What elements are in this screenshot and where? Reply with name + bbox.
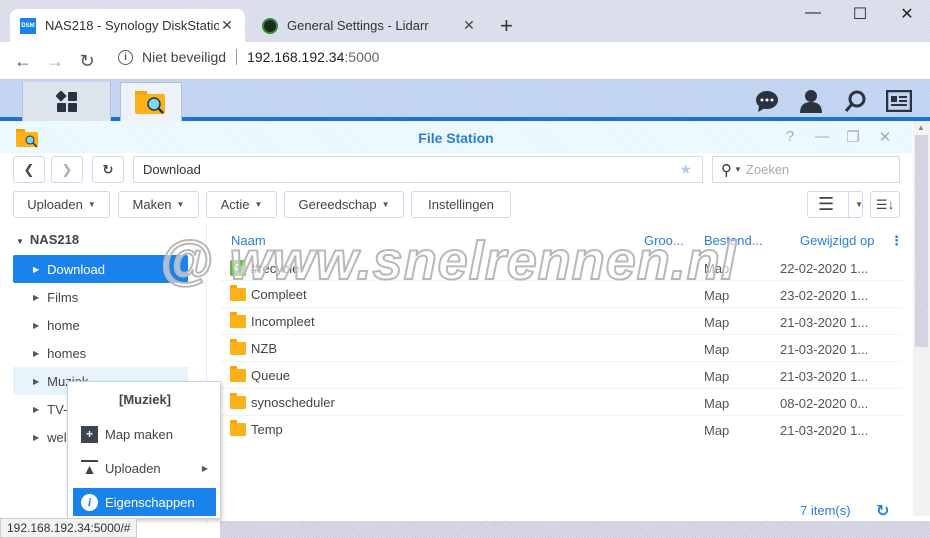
folder-icon bbox=[230, 393, 246, 409]
context-menu-title: [Muziek] bbox=[119, 392, 171, 407]
table-row[interactable]: Temp Map 21-03-2020 1... bbox=[222, 416, 902, 443]
apps-grid-icon bbox=[55, 90, 77, 112]
column-options-icon[interactable]: ⋮ bbox=[890, 233, 903, 249]
minimize-button[interactable]: — bbox=[798, 4, 828, 22]
action-button[interactable]: Actie ▼ bbox=[206, 191, 277, 218]
help-icon[interactable]: ? bbox=[780, 128, 800, 145]
folder-icon bbox=[230, 312, 246, 328]
divider bbox=[236, 49, 238, 65]
back-button[interactable]: ← bbox=[8, 46, 38, 76]
recycle-bin-icon: ♻ bbox=[230, 260, 246, 276]
file-station-taskbar-button[interactable] bbox=[120, 82, 182, 121]
horizontal-scrollbar[interactable] bbox=[220, 521, 930, 538]
back-button[interactable]: ❮ bbox=[13, 156, 45, 183]
notifications-icon[interactable] bbox=[752, 86, 782, 116]
window-title: File Station bbox=[418, 130, 494, 146]
folder-icon bbox=[230, 366, 246, 382]
settings-button[interactable]: Instellingen bbox=[411, 191, 511, 218]
view-dropdown-icon: ▼ bbox=[848, 192, 863, 217]
link-status-bar: 192.168.192.34:5000/# bbox=[0, 518, 138, 538]
create-button[interactable]: Maken ▼ bbox=[118, 191, 199, 218]
dsm-taskbar bbox=[0, 80, 930, 121]
forward-button[interactable]: → bbox=[40, 46, 70, 76]
folder-icon bbox=[230, 285, 246, 301]
tab-title: NAS218 - Synology DiskStation bbox=[45, 18, 219, 33]
item-count: 7 item(s) bbox=[800, 503, 851, 518]
favorite-star-icon[interactable]: ★ bbox=[679, 161, 692, 178]
search-dropdown-icon[interactable]: ▼ bbox=[734, 165, 742, 174]
list-view-icon: ☰ bbox=[818, 194, 835, 214]
upload-button[interactable]: Uploaden ▼ bbox=[13, 191, 110, 218]
close-tab-icon[interactable]: ✕ bbox=[219, 17, 235, 34]
minimize-icon[interactable]: — bbox=[812, 128, 832, 145]
column-type[interactable]: Bestand... bbox=[704, 233, 763, 248]
search-icon: ⚲ bbox=[721, 161, 732, 179]
info-icon[interactable]: i bbox=[118, 49, 133, 65]
path-field[interactable]: Download ★ bbox=[133, 156, 703, 183]
vertical-scrollbar[interactable]: ▲ bbox=[913, 121, 930, 516]
new-tab-button[interactable]: + bbox=[500, 13, 513, 39]
search-placeholder: Zoeken bbox=[745, 162, 790, 177]
lidarr-icon bbox=[262, 17, 278, 34]
context-menu: [Muziek] + Map maken ▲ Uploaden ▶ i Eigensc… bbox=[67, 381, 221, 519]
list-header: Naam Groo... Bestand... Gewijzigd op ⋮ bbox=[222, 231, 903, 253]
tree-item-homes[interactable]: ▶ homes bbox=[13, 339, 188, 367]
search-icon[interactable] bbox=[840, 86, 870, 116]
column-name[interactable]: Naam bbox=[231, 233, 266, 248]
upload-icon: ▲ bbox=[81, 459, 98, 477]
widgets-icon[interactable] bbox=[884, 86, 914, 116]
reload-button[interactable]: ↻ bbox=[72, 46, 102, 76]
tree-item-films[interactable]: ▶ Films bbox=[13, 283, 188, 311]
table-row[interactable]: Compleet Map 23-02-2020 1... bbox=[222, 281, 902, 308]
tree-item-download[interactable]: ▶ Download bbox=[13, 255, 188, 283]
close-icon[interactable]: ✕ bbox=[875, 128, 895, 146]
menu-item-upload[interactable]: ▲ Uploaden ▶ bbox=[73, 454, 216, 482]
column-size[interactable]: Groo... bbox=[644, 233, 684, 248]
tab-diskstation[interactable]: DSM NAS218 - Synology DiskStation ✕ bbox=[10, 9, 245, 42]
info-icon: i bbox=[81, 493, 98, 511]
column-modified[interactable]: Gewijzigd op bbox=[800, 233, 874, 248]
view-mode-button[interactable]: ☰ ▼ bbox=[807, 191, 863, 218]
folder-icon bbox=[230, 339, 246, 355]
address-bar[interactable]: i Niet beveiligd 192.168.192.34:5000 bbox=[118, 49, 379, 65]
restore-icon[interactable]: ❐ bbox=[843, 128, 863, 146]
dsm-icon: DSM bbox=[20, 17, 36, 34]
scrollbar-thumb[interactable] bbox=[915, 135, 928, 347]
refresh-list-icon[interactable]: ↻ bbox=[876, 501, 889, 521]
main-menu-button[interactable] bbox=[22, 82, 111, 121]
table-row[interactable]: NZB Map 21-03-2020 1... bbox=[222, 335, 902, 362]
menu-item-create-folder[interactable]: + Map maken bbox=[73, 420, 216, 448]
tab-title: General Settings - Lidarr bbox=[287, 18, 429, 33]
url-text[interactable]: 192.168.192.34:5000 bbox=[247, 49, 379, 65]
browser-tab-strip: DSM NAS218 - Synology DiskStation ✕ Gene… bbox=[0, 0, 930, 42]
table-row[interactable]: ♻ #recycle Map 22-02-2020 1... bbox=[222, 254, 902, 281]
sort-button[interactable]: ☰↓ bbox=[870, 191, 900, 218]
window-header: File Station ? — ❐ ✕ bbox=[0, 121, 912, 153]
tree-root[interactable]: ▼ NAS218 bbox=[16, 232, 79, 247]
forward-button[interactable]: ❯ bbox=[51, 156, 83, 183]
close-tab-icon[interactable]: ✕ bbox=[461, 17, 477, 34]
table-row[interactable]: Incompleet Map 21-03-2020 1... bbox=[222, 308, 902, 335]
path-text: Download bbox=[143, 162, 201, 177]
tree-item-home[interactable]: ▶ home bbox=[13, 311, 188, 339]
table-row[interactable]: synoscheduler Map 08-02-2020 0... bbox=[222, 389, 902, 416]
add-folder-icon: + bbox=[81, 425, 98, 443]
file-station-icon bbox=[135, 91, 165, 114]
folder-icon bbox=[230, 420, 246, 436]
user-icon[interactable] bbox=[796, 86, 826, 116]
tools-button[interactable]: Gereedschap ▼ bbox=[284, 191, 404, 218]
tab-lidarr[interactable]: General Settings - Lidarr ✕ bbox=[252, 9, 487, 42]
submenu-arrow-icon: ▶ bbox=[201, 463, 208, 473]
maximize-button[interactable]: ☐ bbox=[845, 4, 875, 24]
security-label: Niet beveiligd bbox=[142, 49, 227, 65]
menu-item-properties[interactable]: i Eigenschappen bbox=[73, 488, 216, 516]
search-input[interactable]: ⚲ ▼ Zoeken bbox=[712, 156, 900, 183]
close-window-button[interactable]: ✕ bbox=[892, 4, 922, 24]
browser-toolbar: ← → ↻ i Niet beveiligd 192.168.192.34:50… bbox=[0, 42, 930, 117]
table-row[interactable]: Queue Map 21-03-2020 1... bbox=[222, 362, 902, 389]
sort-icon: ☰↓ bbox=[875, 196, 895, 212]
refresh-button[interactable]: ↻ bbox=[92, 156, 124, 183]
